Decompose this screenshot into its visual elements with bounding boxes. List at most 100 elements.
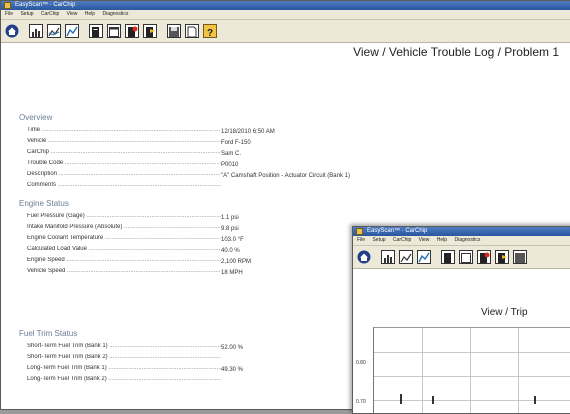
- help-button[interactable]: ?: [203, 24, 217, 39]
- alert-doc-button[interactable]: [125, 24, 139, 38]
- chart-button[interactable]: [381, 250, 395, 264]
- row-value: 52.00 %: [221, 345, 244, 351]
- menu-file[interactable]: File: [5, 11, 13, 17]
- menu-carchip[interactable]: CarChip: [41, 11, 59, 17]
- graph-icon: [418, 252, 430, 263]
- disk-icon: [515, 253, 525, 263]
- trip-title-bar[interactable]: EasyScan™ · CarChip: [353, 227, 570, 236]
- row-label: Vehicle: [27, 138, 221, 144]
- row-label: Long-Term Fuel Trim (Bank 2): [27, 376, 221, 382]
- window-button[interactable]: [107, 24, 121, 38]
- graph-button[interactable]: [65, 24, 79, 38]
- page-button[interactable]: [185, 24, 199, 38]
- engine-row-intake-pressure: Intake Manifold Pressure (Absolute)9.8 p…: [27, 224, 239, 232]
- trip-toolbar: [353, 246, 570, 269]
- menu-diagnostics[interactable]: Diagnostics: [454, 237, 480, 243]
- trip-menu-bar: File Setup CarChip View Help Diagnostics: [353, 236, 570, 246]
- compare-icon: [48, 27, 60, 37]
- page-title: View / Vehicle Trouble Log / Problem 1: [353, 45, 559, 59]
- window-icon: [461, 253, 471, 263]
- home-button[interactable]: [5, 24, 19, 38]
- main-toolbar: ?: [1, 20, 570, 43]
- doc-icon: [92, 27, 99, 37]
- menu-help[interactable]: Help: [85, 11, 95, 17]
- graph-gridline: [374, 352, 570, 353]
- disk-icon: [169, 27, 179, 37]
- engine-row-engine-speed: Engine Speed2,100 RPM: [27, 257, 251, 265]
- flag-doc-icon: [498, 253, 507, 263]
- graph-icon: [66, 26, 78, 37]
- doc-button[interactable]: [441, 250, 455, 264]
- overview-row-carchip: CarChipSam C.: [27, 149, 241, 157]
- home-icon: [357, 250, 371, 264]
- window-button[interactable]: [459, 250, 473, 264]
- menu-help[interactable]: Help: [437, 237, 447, 243]
- alert-doc-button[interactable]: [477, 250, 491, 264]
- menu-view[interactable]: View: [419, 237, 430, 243]
- graph-gridline: [422, 328, 423, 413]
- overview-row-vehicle: VehicleFord F-150: [27, 138, 251, 146]
- svg-text:?: ?: [207, 28, 213, 38]
- row-value: 103.0 °F: [221, 237, 244, 243]
- window-icon: [109, 27, 119, 37]
- help-icon: ?: [207, 28, 213, 39]
- save-button[interactable]: [513, 250, 527, 264]
- engine-row-fuel-pressure: Fuel Pressure (Gage)1.1 psi: [27, 213, 239, 221]
- overview-row-description: Description"A" Camshaft Position - Actua…: [27, 171, 350, 179]
- menu-setup[interactable]: Setup: [20, 11, 33, 17]
- home-button[interactable]: [357, 250, 371, 264]
- fuel-row-stft-bank2: Short-Term Fuel Trim (Bank 2): [27, 354, 221, 362]
- graph-tick-mark: [432, 396, 434, 404]
- row-label: Short-Term Fuel Trim (Bank 2): [27, 354, 221, 360]
- graph-button[interactable]: [417, 250, 431, 264]
- row-label: Fuel Pressure (Gage): [27, 213, 221, 219]
- menu-setup[interactable]: Setup: [372, 237, 385, 243]
- row-value: 9.8 psi: [221, 226, 239, 232]
- row-label: Trouble Code: [27, 160, 221, 166]
- chart-button[interactable]: [29, 24, 43, 38]
- compare-button[interactable]: [47, 24, 61, 38]
- graph-gridline: [374, 400, 570, 401]
- flag-doc-button[interactable]: [143, 24, 157, 38]
- row-label: Comments: [27, 182, 221, 188]
- row-value: 40.0 %: [221, 248, 240, 254]
- fuel-row-ltft-bank2: Long-Term Fuel Trim (Bank 2): [27, 376, 221, 384]
- trip-graph: [373, 327, 570, 413]
- save-button[interactable]: [167, 24, 181, 38]
- row-value: 2,100 RPM: [221, 259, 252, 265]
- main-menu-bar: File Setup CarChip View Help Diagnostics: [1, 10, 570, 20]
- graph-gridline: [374, 376, 570, 377]
- y-tick-label: 0.70: [356, 399, 366, 405]
- main-window-title: EasyScan™ · CarChip: [15, 2, 76, 8]
- main-title-bar[interactable]: EasyScan™ · CarChip: [1, 1, 570, 10]
- row-value: Sam C.: [221, 151, 242, 157]
- engine-row-load-value: Calculated Load Value40.0 %: [27, 246, 240, 254]
- row-label: Long-Term Fuel Trim (Bank 1): [27, 365, 221, 371]
- doc-icon: [444, 253, 451, 263]
- graph-tick-mark: [400, 394, 402, 404]
- menu-diagnostics[interactable]: Diagnostics: [102, 11, 128, 17]
- chart-icon: [32, 29, 40, 37]
- chart-icon: [384, 255, 392, 263]
- app-icon: [356, 228, 363, 235]
- section-title-overview: Overview: [19, 113, 53, 122]
- row-label: Intake Manifold Pressure (Absolute): [27, 224, 221, 230]
- row-value: 1.1 psi: [221, 215, 239, 221]
- trip-window: EasyScan™ · CarChip File Setup CarChip V…: [352, 226, 570, 414]
- menu-file[interactable]: File: [357, 237, 365, 243]
- row-label: Short-Term Fuel Trim (Bank 1): [27, 343, 221, 349]
- row-value: Ford F-150: [221, 140, 251, 146]
- doc-button[interactable]: [89, 24, 103, 38]
- menu-carchip[interactable]: CarChip: [393, 237, 411, 243]
- menu-view[interactable]: View: [67, 11, 78, 17]
- row-label: CarChip: [27, 149, 221, 155]
- flag-doc-icon: [146, 27, 155, 37]
- graph-gridline: [518, 328, 519, 413]
- flag-doc-button[interactable]: [495, 250, 509, 264]
- row-label: Engine Speed: [27, 257, 221, 263]
- compare-button[interactable]: [399, 250, 413, 264]
- row-label: Calculated Load Value: [27, 246, 221, 252]
- overview-row-time: Time12/18/2010 6:50 AM: [27, 127, 275, 135]
- fuel-row-stft-bank1: Short-Term Fuel Trim (Bank 1)52.00 %: [27, 343, 243, 351]
- row-value: "A" Camshaft Position - Actuator Circuit…: [221, 173, 350, 179]
